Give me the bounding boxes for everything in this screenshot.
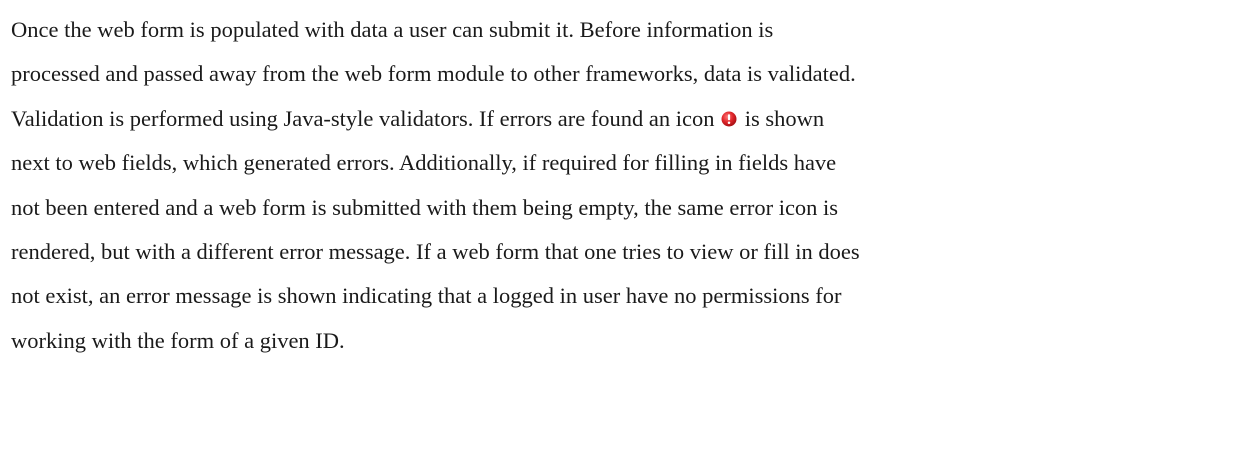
text-line: rendered, but with a different error mes… xyxy=(11,238,860,264)
text-line: processed and passed away from the web f… xyxy=(11,61,856,87)
text-line: not exist, an error message is shown ind… xyxy=(11,283,842,309)
text-line: working with the form of a given ID. xyxy=(11,327,345,353)
paragraph: Once the web form is populated with data… xyxy=(11,8,1226,363)
error-icon xyxy=(721,111,737,127)
text-line: next to web fields, which generated erro… xyxy=(11,150,837,176)
document-body: Once the web form is populated with data… xyxy=(11,8,1226,363)
text-line: Once the web form is populated with data… xyxy=(11,17,774,42)
text-segment: is shown xyxy=(744,105,825,131)
text-segment: Validation is performed using Java-style… xyxy=(11,105,715,131)
text-line: not been entered and a web form is submi… xyxy=(11,194,839,220)
text-line: Validation is performed using Java-style… xyxy=(11,97,1226,141)
